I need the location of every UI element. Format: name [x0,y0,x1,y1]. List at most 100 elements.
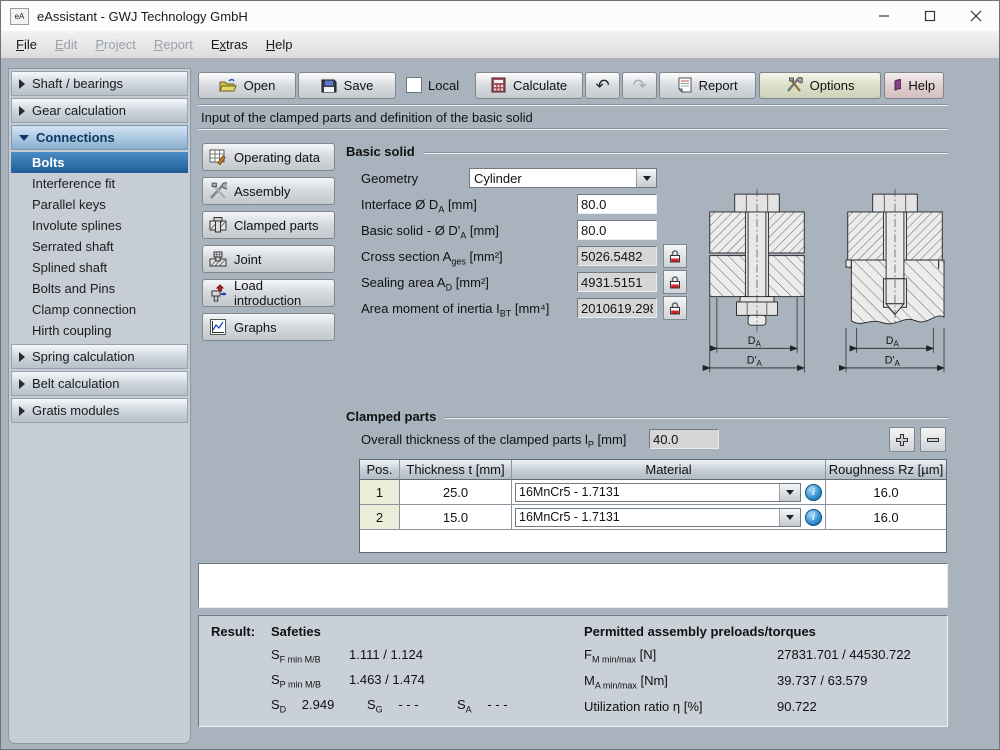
area-moment-lock-button[interactable] [663,296,687,320]
sidebar-item-parallel-keys[interactable]: Parallel keys [11,194,188,215]
help-button[interactable]: ? Help [884,72,944,99]
thickness-cell[interactable]: 15.0 [400,505,512,530]
close-button[interactable] [953,1,999,31]
clamped-parts-table: Pos. Thickness t [mm] Material Roughness… [359,459,947,553]
report-button[interactable]: Report [659,72,756,99]
material-info-button[interactable]: i [805,509,822,526]
geometry-dropdown-button[interactable] [636,169,656,187]
sidebar-item-clamp-connection[interactable]: Clamp connection [11,299,188,320]
thickness-cell[interactable]: 25.0 [400,480,512,505]
svg-text:D'A: D'A [885,354,901,368]
material-value: 16MnCr5 - 1.7131 [516,509,779,526]
sidebar-item-label: Clamp connection [32,302,136,317]
menu-project: Project [86,34,144,55]
redo-icon: ↷ [632,77,646,94]
safety-sg-label: SG [367,697,383,712]
through-bolt-diagram: DA D'A [698,187,816,392]
sidebar-section-gratis-modules[interactable]: Gratis modules [11,398,188,423]
menu-help[interactable]: Help [257,34,302,55]
menu-help-key: H [266,37,275,52]
assembly-button[interactable]: Assembly [202,177,335,205]
add-row-button[interactable] [889,427,915,452]
clamped-parts-header: Clamped parts [346,409,948,424]
calculate-button[interactable]: Calculate [475,72,583,99]
sidebar-section-gear-calculation[interactable]: Gear calculation [11,98,188,123]
label-pre: Area moment of inertia I [361,301,500,316]
sidebar-item-involute-splines[interactable]: Involute splines [11,215,188,236]
sidebar-item-bolts-and-pins[interactable]: Bolts and Pins [11,278,188,299]
sealing-area-lock-button[interactable] [663,270,687,294]
dim-label-sub: A [757,359,763,368]
sidebar-section-spring-calculation[interactable]: Spring calculation [11,344,188,369]
status-text: Input of the clamped parts and definitio… [198,106,948,128]
cross-section-input [577,246,657,266]
label-sub: M min/max [592,655,636,665]
lock-icon [668,275,682,289]
material-select[interactable]: 16MnCr5 - 1.7131 [515,508,801,527]
operating-data-button[interactable]: Operating data [202,143,335,171]
interface-diameter-input[interactable] [577,194,657,214]
material-info-button[interactable]: i [805,484,822,501]
page-nav-buttons: Operating data Assembly Clamped parts Jo… [202,143,335,341]
svg-text:DA: DA [748,335,762,349]
roughness-cell[interactable]: 16.0 [826,480,946,505]
sidebar-item-bolts[interactable]: Bolts [11,152,188,173]
sidebar-item-label: Interference fit [32,176,115,191]
nav-button-label: Assembly [234,184,290,199]
cross-section-lock-button[interactable] [663,244,687,268]
label-pre: Overall thickness of the clamped parts l [361,432,588,447]
basic-solid-diameter-label: Basic solid - Ø D'A [mm] [361,223,577,238]
sidebar-section-shaft-bearings[interactable]: Shaft / bearings [11,71,188,96]
load-introduction-button[interactable]: Load introduction [202,279,335,307]
maximize-button[interactable] [907,1,953,31]
lock-icon [668,301,682,315]
graphs-button[interactable]: Graphs [202,313,335,341]
calculator-icon [491,77,506,93]
local-checkbox[interactable] [406,77,422,93]
sidebar-section-belt-calculation[interactable]: Belt calculation [11,371,188,396]
pos-cell: 1 [360,480,400,505]
menu-extras[interactable]: Extras [202,34,257,55]
material-dropdown-button[interactable] [779,509,800,526]
material-select[interactable]: 16MnCr5 - 1.7131 [515,483,801,502]
clamped-parts-button[interactable]: Clamped parts [202,211,335,239]
operating-data-icon [209,148,227,166]
preload-fm-row: FM min/max [N] 27831.701 / 44530.722 [584,647,911,662]
safety-sp-value: 1.463 / 1.474 [349,672,425,687]
menu-file[interactable]: File [7,34,46,55]
open-button[interactable]: Open [198,72,296,99]
col-header-roughness: Roughness Rz [µm] [826,460,946,480]
undo-button[interactable]: ↶ [585,72,620,99]
label-pre: Sealing area A [361,275,446,290]
window-title: eAssistant - GWJ Technology GmbH [37,9,248,24]
joint-button[interactable]: Joint [202,245,335,273]
row-add-remove-buttons [889,427,946,452]
material-dropdown-button[interactable] [779,484,800,501]
save-button[interactable]: Save [298,72,396,99]
divider [445,417,948,419]
table-row: 1 25.0 16MnCr5 - 1.7131 i 16.0 [360,480,946,505]
roughness-cell[interactable]: 16.0 [826,505,946,530]
table-header-row: Pos. Thickness t [mm] Material Roughness… [360,460,946,480]
sealing-area-label: Sealing area AD [mm²] [361,275,577,290]
help-button-label: Help [908,78,935,93]
basic-solid-diameter-input[interactable] [577,220,657,240]
label-pre: S [367,697,376,712]
clamped-parts-section: Clamped parts Overall thickness of the c… [346,409,948,553]
sidebar-item-splined-shaft[interactable]: Splined shaft [11,257,188,278]
safety-sd-label: SD [271,697,286,712]
sidebar-item-interference-fit[interactable]: Interference fit [11,173,188,194]
sidebar-section-connections[interactable]: Connections [11,125,188,150]
minimize-icon [878,10,890,22]
joint-bolt-icon [209,250,227,268]
geometry-select[interactable]: Cylinder [469,168,657,188]
minimize-button[interactable] [861,1,907,31]
save-floppy-icon [321,78,337,93]
menu-edit-post: dit [64,37,78,52]
sidebar-item-serrated-shaft[interactable]: Serrated shaft [11,236,188,257]
label-pre: Interface Ø D [361,197,438,212]
label-pre: Cross section A [361,249,451,264]
options-button[interactable]: Options [759,72,881,99]
remove-row-button[interactable] [920,427,946,452]
sidebar-item-hirth-coupling[interactable]: Hirth coupling [11,320,188,341]
